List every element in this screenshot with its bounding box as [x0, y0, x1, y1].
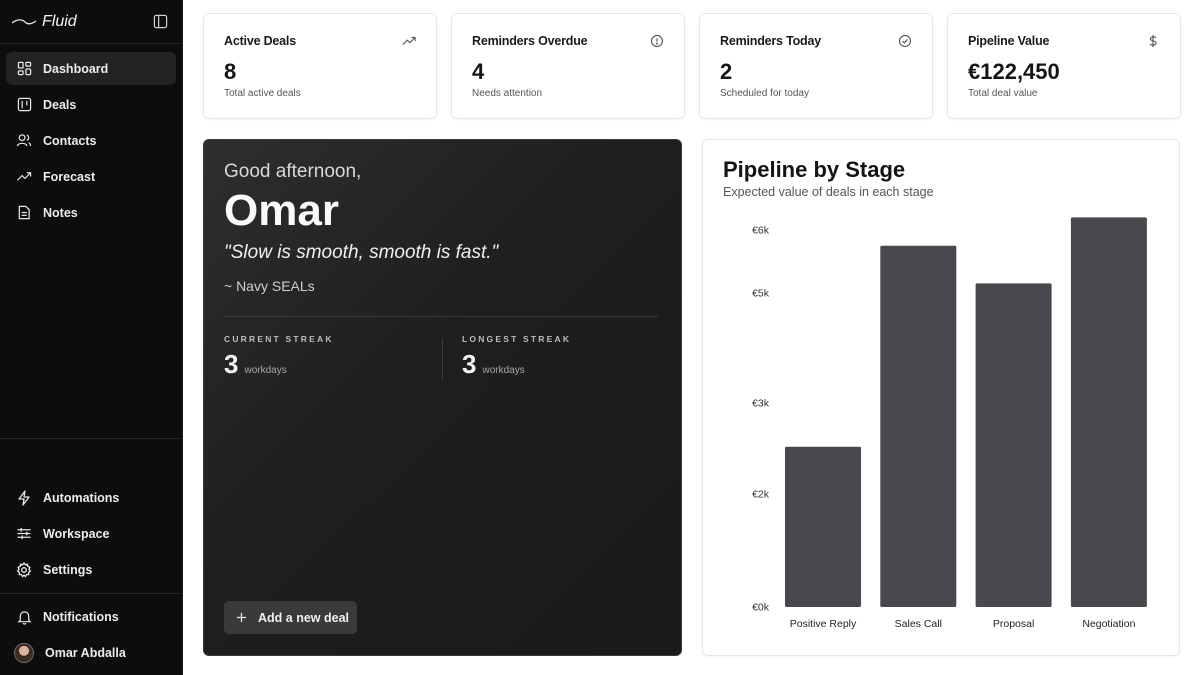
nav-item-settings[interactable]: Settings: [6, 553, 176, 586]
stat-value: 8: [224, 59, 237, 84]
bar-sales-call[interactable]: [880, 245, 957, 607]
nav-label: Notifications: [43, 609, 119, 624]
x-tick-label: Positive Reply: [790, 618, 857, 630]
streak-value: 3: [462, 349, 477, 379]
trend-icon: [16, 169, 32, 185]
x-tick-label: Sales Call: [895, 618, 942, 630]
stat-title: Reminders Today: [720, 34, 821, 48]
deals-icon: [16, 97, 32, 113]
trending-up-icon: [402, 34, 416, 48]
user-name: Omar Abdalla: [45, 645, 126, 660]
secondary-nav: Automations Workspace Settings: [0, 438, 182, 589]
y-tick-label: €0k: [752, 602, 770, 614]
brand-header: Fluid: [0, 0, 182, 44]
contacts-icon: [16, 133, 32, 149]
nav-label: Workspace: [43, 526, 110, 541]
greeting-card: Good afternoon, Omar "Slow is smooth, sm…: [203, 139, 682, 656]
stat-value: €122,450: [968, 59, 1060, 84]
primary-nav: Dashboard Deals Contacts Forecast Notes: [0, 44, 182, 229]
nav-item-automations[interactable]: Automations: [6, 481, 176, 514]
chart-subtitle: Expected value of deals in each stage: [723, 185, 934, 199]
nav-label: Dashboard: [43, 61, 109, 76]
greeting-text: Good afternoon,: [224, 161, 362, 182]
divider: [224, 316, 658, 317]
y-tick-label: €2k: [752, 488, 770, 500]
sidebar-footer: Notifications Omar Abdalla: [0, 593, 182, 672]
streak-label: LONGEST STREAK: [462, 334, 572, 344]
avatar: [14, 642, 34, 663]
x-tick-label: Proposal: [993, 618, 1034, 630]
nav-label: Notes: [43, 205, 78, 220]
bar-negotiation[interactable]: [1070, 217, 1147, 607]
stat-subtitle: Total active deals: [224, 88, 301, 99]
nav-label: Forecast: [43, 169, 96, 184]
sliders-icon: [16, 526, 32, 542]
quote-text: "Slow is smooth, smooth is fast.": [224, 242, 499, 263]
dashboard-icon: [16, 61, 32, 77]
longest-streak: LONGEST STREAK 3 workdays: [462, 334, 571, 380]
chart-title: Pipeline by Stage: [723, 157, 906, 182]
stat-card-reminders-today: Reminders Today 2 Scheduled for today: [699, 13, 933, 119]
nav-label: Automations: [43, 490, 120, 505]
add-deal-label: Add a new deal: [258, 610, 349, 625]
stat-card-pipeline-value: Pipeline Value €122,450 Total deal value: [947, 13, 1181, 119]
add-deal-button[interactable]: Add a new deal: [224, 601, 357, 634]
streak-divider: [442, 338, 443, 380]
pipeline-bar-chart: €0k €2k €3k €5k €6k Positive Reply Sales Call P…: [752, 217, 1147, 630]
streak-unit: workdays: [482, 365, 525, 376]
nav-label: Contacts: [43, 133, 97, 148]
y-tick-label: €6k: [752, 225, 770, 237]
notes-icon: [16, 205, 32, 221]
bolt-icon: [16, 489, 32, 506]
stat-title: Reminders Overdue: [472, 34, 588, 48]
nav-item-dashboard[interactable]: Dashboard: [6, 52, 176, 85]
stat-title: Active Deals: [224, 34, 296, 48]
x-tick-label: Negotiation: [1082, 618, 1135, 630]
nav-item-contacts[interactable]: Contacts: [6, 124, 176, 157]
gear-icon: [16, 561, 32, 578]
nav-item-notes[interactable]: Notes: [6, 196, 176, 229]
nav-item-forecast[interactable]: Forecast: [6, 160, 176, 193]
current-streak: CURRENT STREAK 3 workdays: [224, 334, 334, 380]
stat-card-active-deals: Active Deals 8 Total active deals: [203, 13, 437, 119]
nav-item-workspace[interactable]: Workspace: [6, 517, 176, 550]
streak-label: CURRENT STREAK: [224, 334, 334, 344]
stat-value: 2: [720, 59, 733, 84]
alert-circle-icon: [650, 34, 664, 48]
stat-card-reminders-overdue: Reminders Overdue 4 Needs attention: [451, 13, 685, 119]
user-profile-button[interactable]: Omar Abdalla: [6, 636, 176, 669]
check-circle-icon: [898, 34, 912, 48]
nav-label: Deals: [43, 97, 77, 112]
stat-subtitle: Needs attention: [472, 88, 543, 99]
quote-author: ~ Navy SEALs: [224, 278, 315, 294]
stat-value: 4: [472, 59, 485, 84]
sidebar: Fluid Dashboard Deals Contacts Forecast …: [0, 0, 183, 675]
sidebar-collapse-button[interactable]: [150, 12, 170, 32]
dollar-icon: [1146, 34, 1160, 48]
panel-left-icon: [153, 14, 167, 29]
y-tick-label: €3k: [752, 397, 770, 409]
bar-positive-reply[interactable]: [785, 446, 861, 607]
streak-value: 3: [224, 349, 239, 379]
pipeline-chart-card: €0k €2k €3k €5k €6k Positive Reply Sales Call P…: [702, 139, 1180, 656]
stat-subtitle: Total deal value: [968, 88, 1038, 99]
brand-name: Fluid: [42, 12, 77, 30]
stat-subtitle: Scheduled for today: [720, 88, 809, 99]
y-tick-label: €5k: [752, 287, 770, 299]
nav-item-notifications[interactable]: Notifications: [6, 600, 176, 633]
streaks: CURRENT STREAK 3 workdays LONGEST STREAK…: [224, 334, 661, 394]
bell-icon: [16, 609, 32, 625]
user-first-name: Omar: [224, 186, 339, 235]
streak-unit: workdays: [244, 365, 287, 376]
nav-label: Settings: [43, 562, 93, 577]
fluid-logo-icon: [12, 18, 36, 26]
nav-item-deals[interactable]: Deals: [6, 88, 176, 121]
plus-icon: [236, 612, 247, 623]
stat-title: Pipeline Value: [968, 34, 1050, 48]
bar-proposal[interactable]: [975, 283, 1052, 607]
